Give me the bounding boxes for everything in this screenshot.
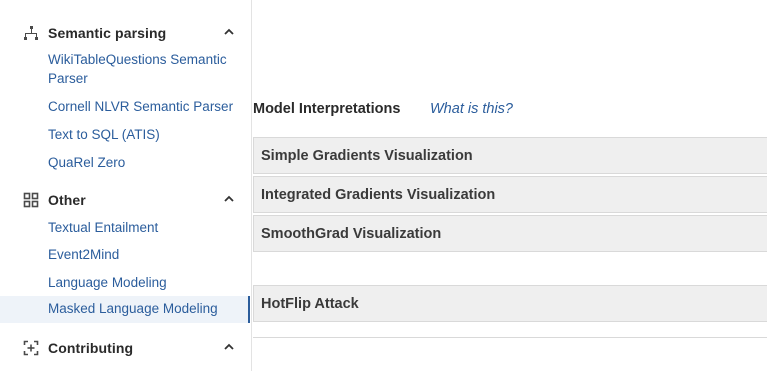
chevron-up-icon[interactable] xyxy=(223,27,235,37)
section-label: Other xyxy=(48,192,86,208)
panel-title: HotFlip Attack xyxy=(261,296,359,312)
chevron-up-icon[interactable] xyxy=(223,342,235,352)
section-title: Model Interpretations xyxy=(253,101,401,117)
sidebar-item-textual-entailment[interactable]: Textual Entailment xyxy=(48,218,244,237)
panel-smoothgrad[interactable]: SmoothGrad Visualization xyxy=(253,215,767,252)
grid-icon xyxy=(23,192,39,208)
panel-simple-gradients[interactable]: Simple Gradients Visualization xyxy=(253,137,767,174)
sidebar-item-text-to-sql[interactable]: Text to SQL (ATIS) xyxy=(48,125,244,144)
panel-title: Simple Gradients Visualization xyxy=(261,148,473,164)
sidebar-item-label: Masked Language Modeling xyxy=(48,301,218,316)
section-label: Semantic parsing xyxy=(48,25,167,41)
section-contributing[interactable]: Contributing xyxy=(0,335,250,361)
panel-title: Integrated Gradients Visualization xyxy=(261,187,496,203)
sidebar-nav: Semantic parsing WikiTableQuestions Sema… xyxy=(0,0,252,371)
help-link[interactable]: What is this? xyxy=(430,101,513,117)
contributing-icon xyxy=(23,340,39,356)
panel-hotflip-attack[interactable]: HotFlip Attack xyxy=(253,285,767,322)
panel-title: SmoothGrad Visualization xyxy=(261,226,442,242)
chevron-up-icon[interactable] xyxy=(223,194,235,204)
panel-integrated-gradients[interactable]: Integrated Gradients Visualization xyxy=(253,176,767,213)
sidebar-item-quarel-zero[interactable]: QuaRel Zero xyxy=(48,153,244,172)
tree-icon xyxy=(24,26,38,40)
section-other[interactable]: Other xyxy=(0,187,250,213)
sidebar-item-masked-language-modeling[interactable]: Masked Language Modeling xyxy=(0,296,250,323)
sidebar-item-event2mind[interactable]: Event2Mind xyxy=(48,245,244,264)
section-semantic-parsing[interactable]: Semantic parsing xyxy=(0,20,250,46)
divider xyxy=(253,337,767,338)
sidebar-item-clipped[interactable] xyxy=(48,0,52,6)
sidebar-item-wikitablequestions[interactable]: WikiTableQuestions Semantic Parser xyxy=(48,50,244,88)
sidebar-item-language-modeling[interactable]: Language Modeling xyxy=(48,273,244,292)
main-content: Model Interpretations What is this? Simp… xyxy=(251,0,767,371)
sidebar-item-cornell-nlvr[interactable]: Cornell NLVR Semantic Parser xyxy=(48,97,244,116)
section-label: Contributing xyxy=(48,340,134,356)
